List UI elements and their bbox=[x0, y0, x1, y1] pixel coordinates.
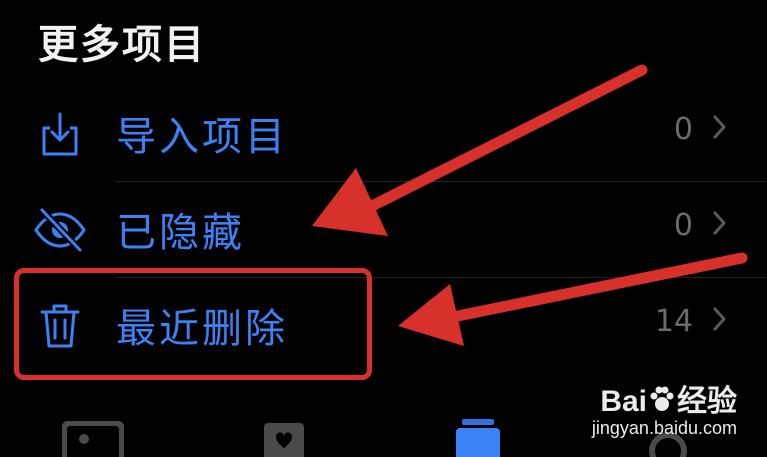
list-item-import[interactable]: 导入项目 0 bbox=[0, 86, 767, 182]
list-item-count: 0 bbox=[673, 208, 693, 243]
list-item-count: 0 bbox=[673, 112, 693, 147]
list-item-label: 已隐藏 bbox=[116, 210, 245, 256]
photos-icon[interactable] bbox=[62, 421, 124, 457]
watermark-url: jingyan.baidu.com bbox=[591, 418, 737, 438]
paw-logo-icon bbox=[650, 386, 674, 411]
chevron-right-icon bbox=[713, 307, 726, 331]
chevron-right-icon bbox=[713, 211, 726, 235]
chevron-right-icon bbox=[713, 115, 726, 139]
eye-slash-icon bbox=[34, 207, 86, 253]
import-icon bbox=[42, 112, 78, 156]
list-item-hidden[interactable]: 已隐藏 0 bbox=[0, 182, 767, 278]
for-you-icon[interactable] bbox=[262, 421, 306, 457]
highlight-box bbox=[14, 268, 372, 380]
list-item-label: 导入项目 bbox=[116, 114, 288, 160]
watermark: Bai 经验 jingyan.baidu.com bbox=[592, 376, 737, 439]
watermark-brand: Bai 经验 bbox=[600, 385, 737, 418]
section-title: 更多项目 bbox=[38, 22, 206, 68]
albums-icon[interactable] bbox=[454, 417, 502, 457]
list-item-count: 14 bbox=[654, 304, 693, 339]
